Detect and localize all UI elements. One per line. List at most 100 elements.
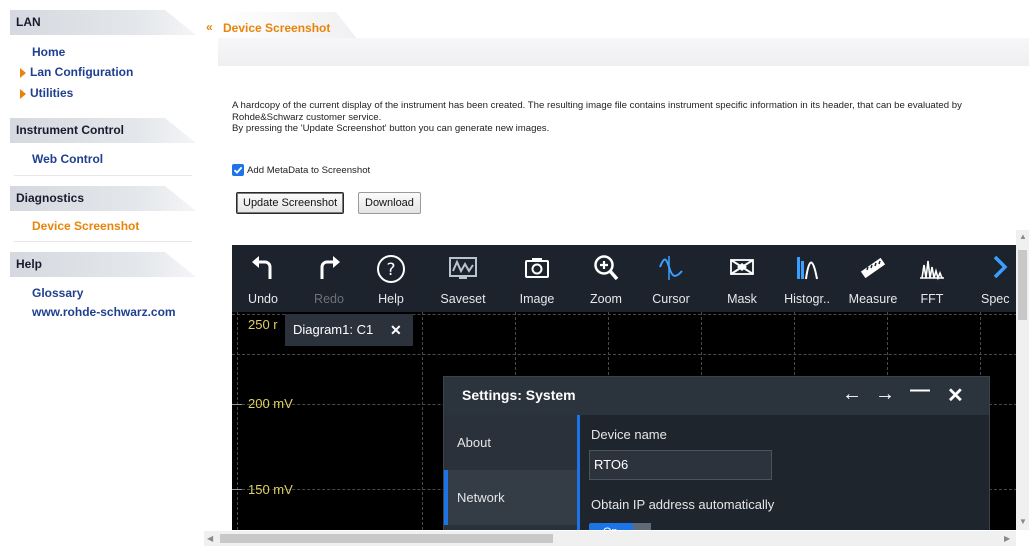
divider xyxy=(14,175,192,176)
svg-text:?: ? xyxy=(386,260,395,280)
scroll-left-icon[interactable]: ◀ xyxy=(207,534,213,543)
grid-line xyxy=(232,354,1016,355)
fft-icon xyxy=(920,260,944,281)
tool-histogram[interactable]: Histogr.. xyxy=(776,245,838,312)
settings-dialog: Settings: System ← → — ✕ About Network D… xyxy=(443,376,990,530)
close-icon[interactable]: ✕ xyxy=(390,314,402,346)
page: LAN Home Lan Configuration Utilities Ins… xyxy=(0,0,1029,548)
metadata-option: Add MetaData to Screenshot xyxy=(232,163,370,177)
tool-label: Measure xyxy=(848,292,898,306)
sidebar-item-device-screenshot[interactable]: Device Screenshot xyxy=(32,219,139,233)
metadata-checkbox-label: Add MetaData to Screenshot xyxy=(247,164,371,176)
tool-measure[interactable]: Measure xyxy=(842,245,904,312)
collapse-sidebar-icon[interactable]: « xyxy=(206,20,213,34)
section-header-lan: LAN xyxy=(10,10,196,35)
tool-label: Redo xyxy=(314,292,344,306)
toggle-text: On xyxy=(603,526,618,530)
tool-label: Image xyxy=(519,292,555,306)
camera-icon xyxy=(525,258,549,278)
sidebar: LAN Home Lan Configuration Utilities Ins… xyxy=(0,0,204,548)
tool-saveset[interactable]: Saveset xyxy=(432,245,494,312)
voltage-label: 150 mV xyxy=(248,482,293,497)
redo-icon xyxy=(320,256,340,279)
close-icon[interactable]: ✕ xyxy=(947,383,964,408)
axis-tick xyxy=(232,404,242,405)
dialog-nav: About Network xyxy=(444,415,577,530)
sidebar-item-home[interactable]: Home xyxy=(32,45,65,59)
histogram-icon xyxy=(797,257,818,280)
zoom-icon xyxy=(594,255,619,281)
tool-cursor[interactable]: Cursor xyxy=(640,245,702,312)
measure-icon xyxy=(860,257,886,279)
toggle-knob[interactable] xyxy=(633,523,651,530)
instrument-screenshot: Undo Redo ? Help Saveset Image Zoom Curs… xyxy=(232,245,1016,530)
page-title: Device Screenshot xyxy=(218,12,358,40)
section-header-instrument-control: Instrument Control xyxy=(10,118,196,143)
voltage-label: 200 mV xyxy=(248,396,293,411)
spectrum-icon xyxy=(993,255,1008,279)
sidebar-item-rohde-schwarz-link[interactable]: www.rohde-schwarz.com xyxy=(32,305,176,319)
axis-tick xyxy=(232,489,242,490)
back-arrow-icon[interactable]: ← xyxy=(842,383,862,406)
tool-redo[interactable]: Redo xyxy=(298,245,360,312)
horizontal-scrollbar[interactable]: ◀ ▶ xyxy=(204,531,1016,546)
ip-auto-label: Obtain IP address automatically xyxy=(591,497,775,512)
ip-auto-toggle[interactable]: On xyxy=(589,523,651,530)
tool-label: FFT xyxy=(920,292,944,306)
title-band xyxy=(218,38,1029,66)
sidebar-item-glossary[interactable]: Glossary xyxy=(32,286,83,300)
update-screenshot-button[interactable]: Update Screenshot xyxy=(236,192,345,214)
tool-spectrum[interactable]: Spec xyxy=(963,245,1016,312)
diagram-tab[interactable]: Diagram1: C1 ✕ xyxy=(285,314,413,346)
dialog-nav-network[interactable]: Network xyxy=(444,470,577,525)
sidebar-item-web-control[interactable]: Web Control xyxy=(32,152,103,166)
vertical-scroll-thumb[interactable] xyxy=(1018,250,1027,320)
divider xyxy=(14,241,192,242)
tool-fft[interactable]: FFT xyxy=(901,245,963,312)
vertical-scrollbar[interactable]: ▲ ▼ xyxy=(1016,230,1029,530)
mask-icon xyxy=(730,259,754,275)
section-header-diagnostics: Diagnostics xyxy=(10,186,196,211)
tool-label: Help xyxy=(378,292,404,306)
minimize-icon[interactable]: — xyxy=(910,379,930,402)
grid-line xyxy=(237,312,238,530)
checkmark-icon xyxy=(233,166,243,174)
dialog-titlebar: Settings: System ← → — ✕ xyxy=(444,377,989,415)
expand-arrow-icon xyxy=(20,68,26,78)
metadata-checkbox[interactable] xyxy=(232,164,244,176)
scroll-right-icon[interactable]: ▶ xyxy=(1004,534,1010,543)
dialog-title: Settings: System xyxy=(462,387,576,403)
expand-arrow-icon xyxy=(20,89,26,99)
horizontal-scroll-thumb[interactable] xyxy=(220,534,553,543)
device-name-label: Device name xyxy=(591,427,667,442)
sidebar-item-lan-configuration[interactable]: Lan Configuration xyxy=(30,65,133,79)
diagram-tab-label: Diagram1: C1 xyxy=(293,322,374,337)
saveset-icon xyxy=(449,257,477,279)
description: A hardcopy of the current display of the… xyxy=(232,100,1017,135)
download-button[interactable]: Download xyxy=(358,192,421,214)
tool-zoom[interactable]: Zoom xyxy=(575,245,637,312)
tool-label: Cursor xyxy=(652,292,690,306)
description-line-2: By pressing the 'Update Screenshot' butt… xyxy=(232,123,550,134)
tool-label: Zoom xyxy=(590,292,622,306)
device-name-field[interactable]: RTO6 xyxy=(589,450,772,480)
tool-label: Spec xyxy=(981,292,1010,306)
description-line-1: A hardcopy of the current display of the… xyxy=(232,100,962,123)
scroll-up-icon[interactable]: ▲ xyxy=(1019,232,1027,241)
scroll-down-icon[interactable]: ▼ xyxy=(1019,517,1027,526)
tool-image[interactable]: Image xyxy=(506,245,568,312)
dialog-nav-about[interactable]: About xyxy=(444,415,577,470)
tool-label: Mask xyxy=(727,292,757,306)
dialog-body: Device name RTO6 Obtain IP address autom… xyxy=(577,415,989,530)
tool-label: Saveset xyxy=(440,292,486,306)
tool-label: Histogr.. xyxy=(784,292,830,306)
sidebar-item-utilities[interactable]: Utilities xyxy=(30,86,73,100)
forward-arrow-icon[interactable]: → xyxy=(875,383,895,406)
tool-label: Undo xyxy=(248,292,278,306)
scope-toolbar: Undo Redo ? Help Saveset Image Zoom Curs… xyxy=(232,245,1016,312)
tool-mask[interactable]: Mask xyxy=(711,245,773,312)
cursor-icon xyxy=(659,256,683,280)
section-header-help: Help xyxy=(10,252,196,277)
tool-undo[interactable]: Undo xyxy=(232,245,294,312)
tool-help[interactable]: ? Help xyxy=(360,245,422,312)
